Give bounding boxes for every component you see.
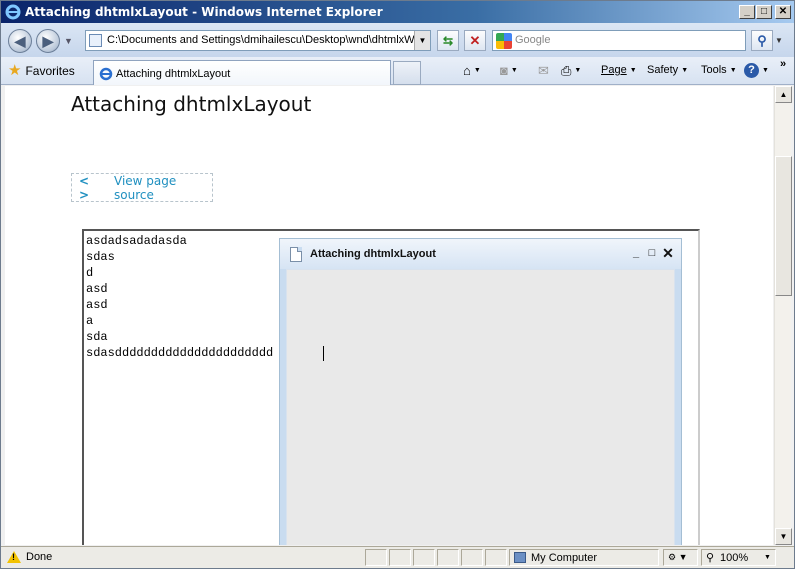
help-dropdown-icon: ▼: [762, 67, 769, 74]
zoom-button[interactable]: ⚲ 100% ▼: [701, 549, 776, 566]
forward-arrow-icon: ▶: [42, 32, 54, 49]
dhtmlx-window-title: Attaching dhtmlxLayout: [310, 248, 436, 260]
home-button[interactable]: ⌂ ▼: [463, 62, 481, 79]
view-page-source-link[interactable]: < > View page source: [71, 173, 213, 202]
status-pane: [389, 549, 411, 566]
status-pane: [365, 549, 387, 566]
textarea-content: asdadsadadasda sdas d asd asd a sda sdas…: [86, 234, 274, 360]
ie-window: Attaching dhtmlxLayout - Windows Interne…: [0, 0, 795, 569]
security-zone[interactable]: My Computer: [509, 549, 659, 566]
status-pane: [485, 549, 507, 566]
page-menu[interactable]: Page ▼: [601, 64, 637, 76]
computer-icon: [514, 552, 526, 563]
stop-icon: ✕: [469, 32, 481, 48]
address-toolbar: ◀ ▶ ▼ C:\Documents and Settings\dmihaile…: [1, 23, 794, 57]
window-title: Attaching dhtmlxLayout - Windows Interne…: [25, 5, 383, 19]
dhtmlx-close-button[interactable]: ✕: [662, 246, 674, 260]
command-bar: ★ Favorites Attaching dhtmlxLayout ⌂ ▼ ◙ ▼…: [1, 57, 794, 85]
home-icon: ⌂: [463, 63, 471, 78]
close-button[interactable]: ✕: [775, 5, 791, 19]
scroll-thumb[interactable]: [775, 156, 792, 296]
search-button[interactable]: ⚲: [751, 30, 773, 51]
tab-label: Attaching dhtmlxLayout: [116, 68, 231, 80]
forward-button[interactable]: ▶: [36, 29, 60, 53]
stop-button[interactable]: ✕: [464, 30, 486, 51]
scroll-up-button[interactable]: ▲: [775, 86, 792, 103]
status-pane: [437, 549, 459, 566]
address-dropdown-button[interactable]: ▼: [414, 31, 430, 50]
google-icon: [496, 33, 512, 49]
print-dropdown-icon: ▼: [574, 67, 582, 74]
vertical-scrollbar[interactable]: ▲ ▼: [774, 86, 792, 545]
feeds-icon: ◙: [500, 63, 508, 78]
help-button[interactable]: ? ▼: [744, 62, 769, 79]
warning-mark: !: [12, 552, 15, 562]
page-icon: [89, 34, 102, 47]
chevron-down-icon: ▼: [629, 66, 637, 74]
feeds-button[interactable]: ◙ ▼: [500, 62, 518, 79]
address-text: C:\Documents and Settings\dmihailescu\De…: [107, 34, 417, 46]
help-icon: ?: [744, 63, 759, 78]
refresh-icon: ⇆: [442, 33, 454, 48]
ie-logo-icon: [5, 4, 21, 20]
favorites-label: Favorites: [25, 63, 75, 78]
status-pane: [461, 549, 483, 566]
tools-menu-label: Tools: [701, 64, 727, 76]
protected-mode-icon: ⚙ ▼: [668, 552, 688, 562]
tab-attaching-dhtmlxlayout[interactable]: Attaching dhtmlxLayout: [93, 60, 391, 85]
zone-label: My Computer: [531, 552, 598, 564]
safety-menu-label: Safety: [647, 64, 679, 76]
text-cursor: [323, 346, 324, 361]
search-options-dropdown[interactable]: ▼: [775, 30, 785, 51]
back-arrow-icon: ◀: [14, 32, 26, 49]
status-bar: ! Done My Computer ⚙ ▼ ⚲ 100% ▼: [1, 546, 794, 568]
title-bar: Attaching dhtmlxLayout - Windows Interne…: [1, 1, 794, 23]
protected-mode-button[interactable]: ⚙ ▼: [663, 549, 698, 566]
search-input[interactable]: Google: [492, 30, 746, 51]
feeds-dropdown-icon: ▼: [510, 67, 518, 74]
refresh-button[interactable]: ⇆: [437, 30, 459, 51]
search-placeholder: Google: [515, 34, 551, 46]
favorites-button[interactable]: ★ Favorites: [8, 63, 75, 78]
print-button[interactable]: ⎙ ▼: [561, 62, 581, 79]
address-bar[interactable]: C:\Documents and Settings\dmihailescu\De…: [85, 30, 431, 51]
dhtmlx-maximize-button[interactable]: □: [646, 247, 658, 259]
minimize-button[interactable]: _: [739, 5, 755, 19]
star-icon: ★: [8, 62, 22, 79]
ie-tab-icon: [99, 67, 113, 81]
new-tab-button[interactable]: [393, 61, 421, 85]
minimize-icon: _: [744, 6, 750, 17]
recent-pages-dropdown[interactable]: ▼: [64, 36, 73, 46]
safety-menu[interactable]: Safety ▼: [647, 64, 688, 76]
document-icon: [290, 247, 302, 262]
tools-menu[interactable]: Tools ▼: [701, 64, 737, 76]
print-icon: ⎙: [561, 62, 572, 78]
maximize-icon: □: [760, 6, 768, 17]
view-page-source-label: View page source: [114, 173, 177, 202]
code-icon: < >: [79, 173, 92, 202]
zoom-dropdown-icon: ▼: [764, 554, 771, 561]
search-icon: ⚲: [757, 32, 767, 48]
zoom-level: 100%: [720, 552, 749, 564]
page-menu-label: Page: [601, 64, 627, 76]
back-button[interactable]: ◀: [8, 29, 32, 53]
home-dropdown-icon: ▼: [473, 67, 481, 74]
scroll-down-button[interactable]: ▼: [775, 528, 792, 545]
zoom-icon: ⚲: [706, 552, 715, 564]
read-mail-button[interactable]: ✉: [538, 62, 549, 79]
page-viewport: Attaching dhtmlxLayout < > View page sou…: [5, 86, 773, 545]
status-pane: [413, 549, 435, 566]
close-icon: ✕: [778, 6, 788, 17]
page-title: Attaching dhtmlxLayout: [71, 92, 312, 116]
dhtmlx-window[interactable]: Attaching dhtmlxLayout _ □ ✕: [279, 238, 682, 545]
status-text: Done: [26, 551, 53, 563]
maximize-button[interactable]: □: [756, 5, 772, 19]
mail-icon: ✉: [538, 62, 549, 78]
dhtmlx-minimize-button[interactable]: _: [630, 247, 642, 259]
dhtmlx-window-header[interactable]: Attaching dhtmlxLayout _ □ ✕: [280, 239, 681, 269]
dhtmlx-window-body[interactable]: [286, 269, 675, 545]
more-commands-icon[interactable]: »: [780, 58, 786, 70]
chevron-down-icon: ▼: [729, 66, 737, 74]
chevron-down-icon: ▼: [681, 66, 689, 74]
